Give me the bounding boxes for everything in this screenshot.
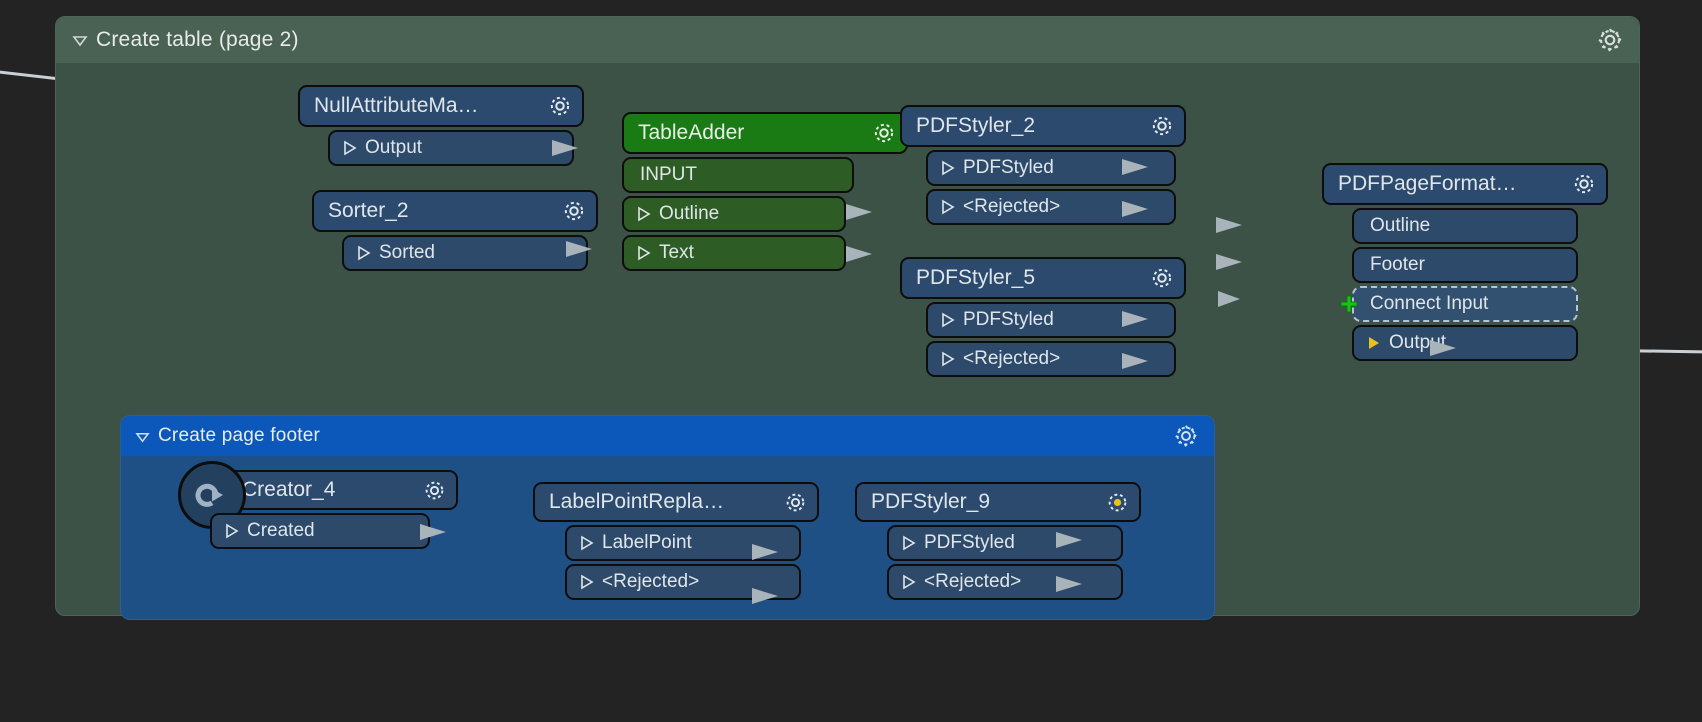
- triangle-hollow-icon: [941, 160, 955, 176]
- port-label: Text: [659, 242, 694, 263]
- node-pdfstyler-5[interactable]: PDFStyler_5 PDFStyled <Rejected>: [900, 257, 1186, 377]
- node-labelpointreplacer[interactable]: LabelPointRepla… LabelPoint <Rejected>: [533, 482, 819, 600]
- group-create-table-title: Create table (page 2): [96, 28, 299, 51]
- node-title: PDFStyler_9: [871, 490, 991, 513]
- port-outline[interactable]: Outline: [622, 196, 846, 232]
- node-header[interactable]: PDFStyler_2: [900, 105, 1186, 147]
- port-pdfstyled[interactable]: PDFStyled: [887, 525, 1123, 561]
- port-label: <Rejected>: [963, 348, 1061, 369]
- node-title: TableAdder: [638, 121, 745, 144]
- node-header[interactable]: Sorter_2: [312, 190, 598, 232]
- gear-icon[interactable]: [421, 477, 448, 504]
- node-header[interactable]: PDFPageFormat…: [1322, 163, 1608, 205]
- port-label: Sorted: [379, 242, 435, 263]
- triangle-hollow-icon: [580, 574, 594, 590]
- node-nullattributemapper[interactable]: NullAttributeMa… Output: [298, 85, 584, 166]
- gear-icon[interactable]: [560, 197, 588, 225]
- port-label: Output: [365, 137, 423, 158]
- group-create-page-footer-header[interactable]: Create page footer: [121, 416, 1214, 456]
- node-title: PDFStyler_2: [916, 114, 1036, 137]
- port-label: <Rejected>: [602, 571, 700, 592]
- gear-icon[interactable]: [870, 119, 898, 147]
- port-label: LabelPoint: [602, 532, 692, 553]
- node-title: PDFStyler_5: [916, 266, 1036, 289]
- group-create-table-header[interactable]: Create table (page 2): [56, 17, 1639, 63]
- gear-icon[interactable]: [1570, 170, 1598, 198]
- triangle-hollow-icon: [637, 245, 651, 261]
- node-header[interactable]: TableAdder: [622, 112, 908, 154]
- group-create-page-footer-title: Create page footer: [158, 425, 321, 446]
- triangle-hollow-icon: [637, 206, 651, 222]
- plus-icon[interactable]: [1338, 293, 1360, 315]
- port-label: Outline: [1370, 215, 1431, 236]
- triangle-hollow-icon: [580, 535, 594, 551]
- port-sorted[interactable]: Sorted: [342, 235, 588, 271]
- triangle-hollow-icon: [902, 574, 916, 590]
- port-label: Connect Input: [1370, 293, 1489, 314]
- node-title: Sorter_2: [328, 199, 409, 222]
- caret-down-icon[interactable]: [135, 429, 150, 444]
- port-label: Created: [247, 520, 315, 541]
- node-title: NullAttributeMa…: [314, 94, 479, 117]
- port-output[interactable]: Output: [328, 130, 574, 166]
- node-pdfpageformatter[interactable]: PDFPageFormat… Outline Footer Connect In…: [1322, 163, 1608, 361]
- port-label: INPUT: [640, 164, 697, 185]
- port-rejected[interactable]: <Rejected>: [887, 564, 1123, 600]
- gear-icon[interactable]: [1148, 112, 1176, 140]
- port-pdfstyled[interactable]: PDFStyled: [926, 150, 1176, 186]
- node-header[interactable]: LabelPointRepla…: [533, 482, 819, 522]
- port-output[interactable]: Output: [1352, 325, 1578, 361]
- port-rejected[interactable]: <Rejected>: [926, 341, 1176, 377]
- port-connect-input[interactable]: Connect Input: [1340, 286, 1578, 322]
- port-label: Footer: [1370, 254, 1425, 275]
- port-text[interactable]: Text: [622, 235, 846, 271]
- port-pdfstyled[interactable]: PDFStyled: [926, 302, 1176, 338]
- node-sorter-2[interactable]: Sorter_2 Sorted: [312, 190, 598, 271]
- triangle-hollow-icon: [357, 245, 371, 261]
- node-header[interactable]: PDFStyler_5: [900, 257, 1186, 299]
- triangle-hollow-icon: [941, 312, 955, 328]
- triangle-hollow-icon: [343, 140, 357, 156]
- gear-icon[interactable]: [546, 92, 574, 120]
- workflow-canvas[interactable]: Create table (page 2) Create page footer…: [0, 0, 1702, 722]
- node-creator-4[interactable]: Creator_4 Created: [178, 461, 458, 549]
- node-tableadder[interactable]: TableAdder INPUT Outline Text: [622, 112, 908, 271]
- port-label: PDFStyled: [963, 157, 1054, 178]
- port-outline[interactable]: Outline: [1352, 208, 1578, 244]
- port-rejected[interactable]: <Rejected>: [926, 189, 1176, 225]
- node-title: LabelPointRepla…: [549, 490, 725, 513]
- caret-down-icon[interactable]: [72, 32, 88, 48]
- port-labelpoint[interactable]: LabelPoint: [565, 525, 801, 561]
- port-footer[interactable]: Footer: [1352, 247, 1578, 283]
- node-title: PDFPageFormat…: [1338, 172, 1517, 195]
- port-rejected[interactable]: <Rejected>: [565, 564, 801, 600]
- port-label: PDFStyled: [924, 532, 1015, 553]
- gear-icon[interactable]: [1104, 489, 1131, 516]
- gear-icon[interactable]: [782, 489, 809, 516]
- node-header[interactable]: NullAttributeMa…: [298, 85, 584, 127]
- node-pdfstyler-2[interactable]: PDFStyler_2 PDFStyled <Rejected>: [900, 105, 1186, 225]
- gear-icon[interactable]: [1148, 264, 1176, 292]
- port-label: Output: [1389, 332, 1447, 353]
- node-pdfstyler-9[interactable]: PDFStyler_9 PDFStyled <Rejected>: [855, 482, 1141, 600]
- gear-icon[interactable]: [1595, 25, 1625, 55]
- port-created[interactable]: Created: [210, 513, 430, 549]
- triangle-hollow-icon: [902, 535, 916, 551]
- triangle-hollow-icon: [941, 351, 955, 367]
- node-header[interactable]: Creator_4: [178, 461, 458, 529]
- triangle-hollow-icon: [941, 199, 955, 215]
- port-label: Outline: [659, 203, 720, 224]
- node-header[interactable]: PDFStyler_9: [855, 482, 1141, 522]
- triangle-hollow-icon: [225, 523, 239, 539]
- port-label: <Rejected>: [963, 196, 1061, 217]
- gear-icon[interactable]: [1172, 422, 1200, 450]
- port-input[interactable]: INPUT: [622, 157, 854, 193]
- port-label: <Rejected>: [924, 571, 1022, 592]
- triangle-solid-yellow-icon: [1367, 335, 1381, 351]
- port-label: PDFStyled: [963, 309, 1054, 330]
